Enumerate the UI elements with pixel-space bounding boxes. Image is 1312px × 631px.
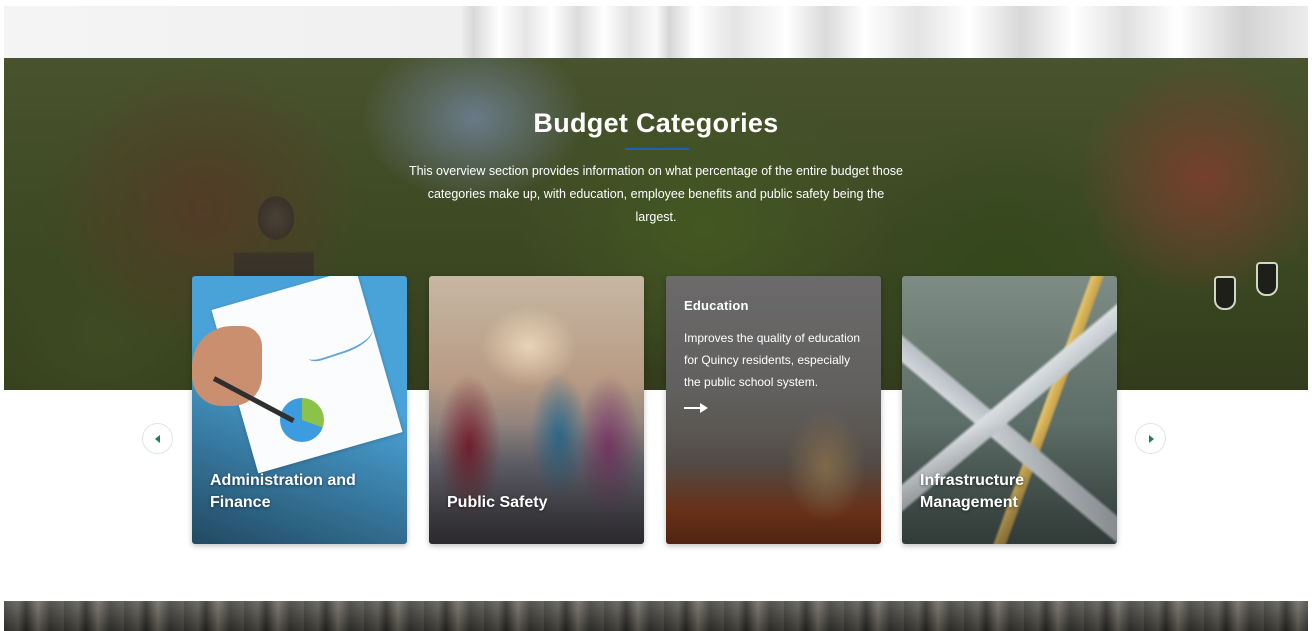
section-description: This overview section provides informati… bbox=[408, 164, 904, 224]
category-card-public-safety[interactable]: Public Safety bbox=[429, 276, 644, 544]
card-title: Administration and Finance bbox=[210, 472, 356, 511]
carousel-prev-button[interactable] bbox=[142, 423, 173, 454]
arrow-right-icon[interactable] bbox=[684, 401, 710, 415]
title-underline bbox=[625, 148, 689, 150]
category-card-administration-and-finance[interactable]: Administration and Finance bbox=[192, 276, 407, 544]
chevron-left-icon bbox=[154, 434, 160, 443]
category-card-infrastructure-management[interactable]: Infrastructure Management bbox=[902, 276, 1117, 544]
card-hover-title: Education bbox=[684, 298, 749, 313]
carousel-next-button[interactable] bbox=[1135, 423, 1166, 454]
category-card-education[interactable]: Education Improves the quality of educat… bbox=[666, 276, 881, 544]
card-title: Infrastructure Management bbox=[920, 472, 1025, 511]
card-hover-description: Improves the quality of education for Qu… bbox=[684, 331, 861, 389]
hand-illustration bbox=[192, 326, 262, 406]
card-title: Public Safety bbox=[447, 494, 548, 511]
card-hover-overlay: Education Improves the quality of educat… bbox=[666, 276, 881, 437]
footer-background-image bbox=[4, 601, 1308, 631]
arrow-head bbox=[700, 403, 708, 413]
chevron-right-icon bbox=[1149, 434, 1154, 443]
street-lamp bbox=[1214, 276, 1236, 310]
section-title: Budget Categories bbox=[533, 108, 779, 138]
street-lamp bbox=[1256, 262, 1278, 296]
header-background-image bbox=[4, 6, 1308, 58]
